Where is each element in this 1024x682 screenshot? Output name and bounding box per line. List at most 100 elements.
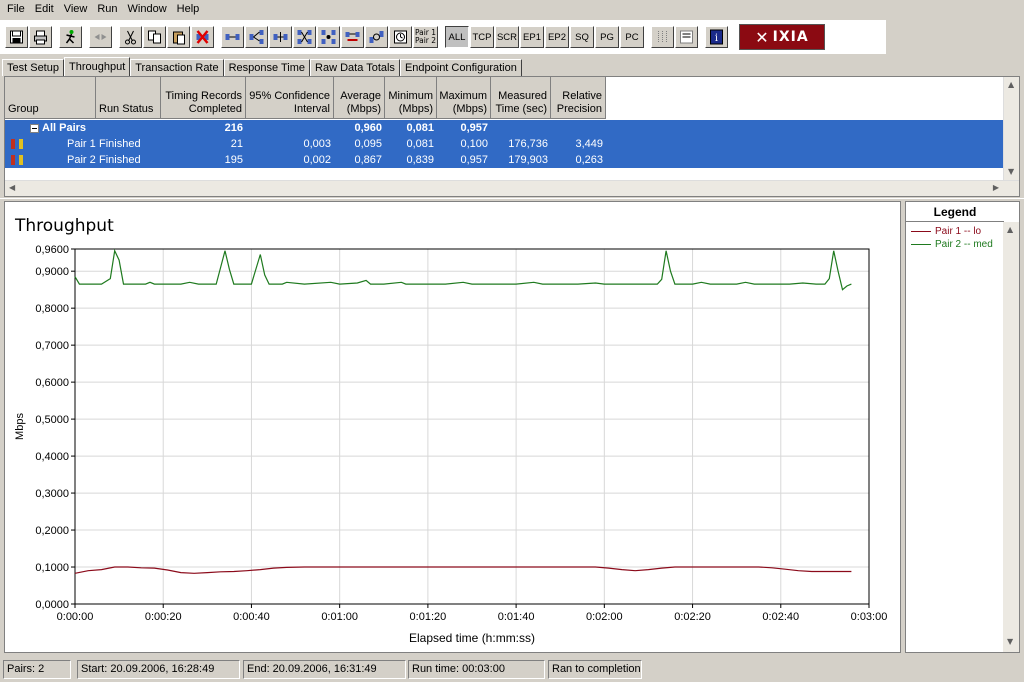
cell-group: All Pairs [42,122,87,134]
toolbar: Pair 1 Pair 2 ALL TCP SCR EP1 EP2 SQ PG … [0,20,886,54]
menu-run[interactable]: Run [92,1,122,18]
menu-edit[interactable]: Edit [30,1,59,18]
table-row-all-pairs[interactable]: All Pairs 216 0,960 0,081 0,957 [5,120,1003,136]
scroll-down-icon[interactable]: ▼ [1007,637,1013,646]
results-grid: Group Run Status Timing Records Completed… [4,76,1020,197]
y-tick-label: 0,3000 [35,488,69,500]
tab-strip: Test Setup Throughput Transaction Rate R… [2,57,522,76]
info-icon[interactable]: i [705,26,728,48]
grid-horizontal-scrollbar[interactable]: ◀ ▶ [5,180,1019,196]
filter-scr-button[interactable]: SCR [495,26,519,48]
filter-ep2-button[interactable]: EP2 [545,26,569,48]
col-header-run-status[interactable]: Run Status [96,77,161,119]
x-tick-label: 0:01:40 [498,611,535,623]
filter-pc-button[interactable]: PC [620,26,644,48]
col-header-relative-precision[interactable]: Relative Precision [551,77,606,119]
y-axis-label: Mbps [14,413,26,440]
tab-throughput[interactable]: Throughput [63,57,131,76]
tab-transaction-rate[interactable]: Transaction Rate [130,59,224,76]
print-icon[interactable] [29,26,52,48]
filter-tcp-button[interactable]: TCP [470,26,494,48]
cell-confidence: 0,002 [303,154,331,166]
y-tick-label: 0,8000 [35,303,69,315]
cell-records: 216 [224,122,243,134]
run-icon[interactable] [59,26,82,48]
menu-view[interactable]: View [59,1,93,18]
delete-icon[interactable] [191,26,214,48]
cell-group: Pair 2 [67,154,96,166]
menu-help[interactable]: Help [172,1,205,18]
tab-response-time[interactable]: Response Time [223,59,311,76]
swap-pair-icon[interactable] [293,26,316,48]
y-tick-label: 0,1000 [35,562,69,574]
legend-divider [906,221,1004,222]
filter-sq-button[interactable]: SQ [570,26,594,48]
col-header-group[interactable]: Group [5,77,96,119]
cell-records: 21 [230,138,243,150]
status-message: Ran to completion [548,660,642,679]
cell-average: 0,867 [354,154,382,166]
network-icon[interactable] [317,26,340,48]
filter-all-button[interactable]: ALL [445,26,469,48]
ixia-x-mark: ✕ [755,27,770,47]
scroll-left-icon[interactable]: ◀ [9,183,15,192]
ixia-logo-text: IXIA [772,29,809,45]
scroll-up-icon[interactable]: ▲ [1008,80,1014,89]
table-row-pair-1[interactable]: Pair 1 Finished 21 0,003 0,095 0,081 0,1… [5,136,1003,152]
grid-view-icon[interactable] [651,26,674,48]
col-header-timing-records[interactable]: Timing Records Completed [161,77,246,119]
filter-pg-button[interactable]: PG [595,26,619,48]
cell-group: Pair 1 [67,138,96,150]
col-header-minimum[interactable]: Minimum (Mbps) [385,77,437,119]
plot-area [75,249,869,604]
grid-vertical-scrollbar[interactable]: ▲ ▼ [1003,77,1019,181]
filter-ep1-button[interactable]: EP1 [520,26,544,48]
table-row-pair-2[interactable]: Pair 2 Finished 195 0,002 0,867 0,839 0,… [5,152,1003,168]
menu-bar: File Edit View Run Window Help [0,0,1024,19]
stop-icon[interactable] [89,26,112,48]
legend-swatch [911,230,931,232]
endpoint-icon[interactable] [365,26,388,48]
cut-icon[interactable] [119,26,142,48]
col-header-measured-time[interactable]: Measured Time (sec) [491,77,551,119]
col-header-confidence[interactable]: 95% Confidence Interval [246,77,334,119]
menu-window[interactable]: Window [123,1,172,18]
menu-file[interactable]: File [2,1,30,18]
tab-test-setup[interactable]: Test Setup [2,59,64,76]
x-tick-label: 0:00:00 [57,611,94,623]
legend-scrollbar[interactable]: ▲ ▼ [1003,222,1019,652]
status-start: Start: 20.09.2006, 16:28:49 [77,660,240,679]
status-bar: Pairs: 2 Start: 20.09.2006, 16:28:49 End… [0,657,1024,682]
cell-relative-precision: 0,263 [575,154,603,166]
legend-item-pair-2[interactable]: Pair 2 -- med [911,238,993,250]
list-view-icon[interactable] [675,26,698,48]
link-icon[interactable] [341,26,364,48]
y-tick-label: 0,4000 [35,451,69,463]
cell-measured-time: 176,736 [508,138,548,150]
save-icon[interactable] [5,26,28,48]
svg-text:i: i [715,33,718,44]
col-header-maximum[interactable]: Maximum (Mbps) [437,77,491,119]
paste-icon[interactable] [167,26,190,48]
cell-average: 0,095 [354,138,382,150]
cell-maximum: 0,100 [460,138,488,150]
x-tick-label: 0:02:20 [674,611,711,623]
add-pair-icon[interactable] [221,26,244,48]
scroll-down-icon[interactable]: ▼ [1008,167,1014,176]
tab-raw-data-totals[interactable]: Raw Data Totals [310,59,400,76]
edit-pair-icon[interactable] [269,26,292,48]
timer-icon[interactable] [389,26,412,48]
tab-endpoint-configuration[interactable]: Endpoint Configuration [399,59,522,76]
legend-item-pair-1[interactable]: Pair 1 -- lo [911,225,981,237]
col-header-average[interactable]: Average (Mbps) [334,77,385,119]
pair-filter-button[interactable]: Pair 1 Pair 2 [413,26,438,48]
status-end: End: 20.09.2006, 16:31:49 [243,660,406,679]
pane-splitter[interactable] [0,198,1024,200]
scroll-up-icon[interactable]: ▲ [1007,225,1013,234]
scroll-right-icon[interactable]: ▶ [993,183,999,192]
copy-icon[interactable] [143,26,166,48]
add-multicast-icon[interactable] [245,26,268,48]
chart-panel: Throughput 0,0000 0,1000 0,2000 0,3000 0,400… [4,201,901,653]
y-tick-label: 0,5000 [35,414,69,426]
legend-panel: Legend Pair 1 -- lo Pair 2 -- med ▲ ▼ [905,201,1020,653]
